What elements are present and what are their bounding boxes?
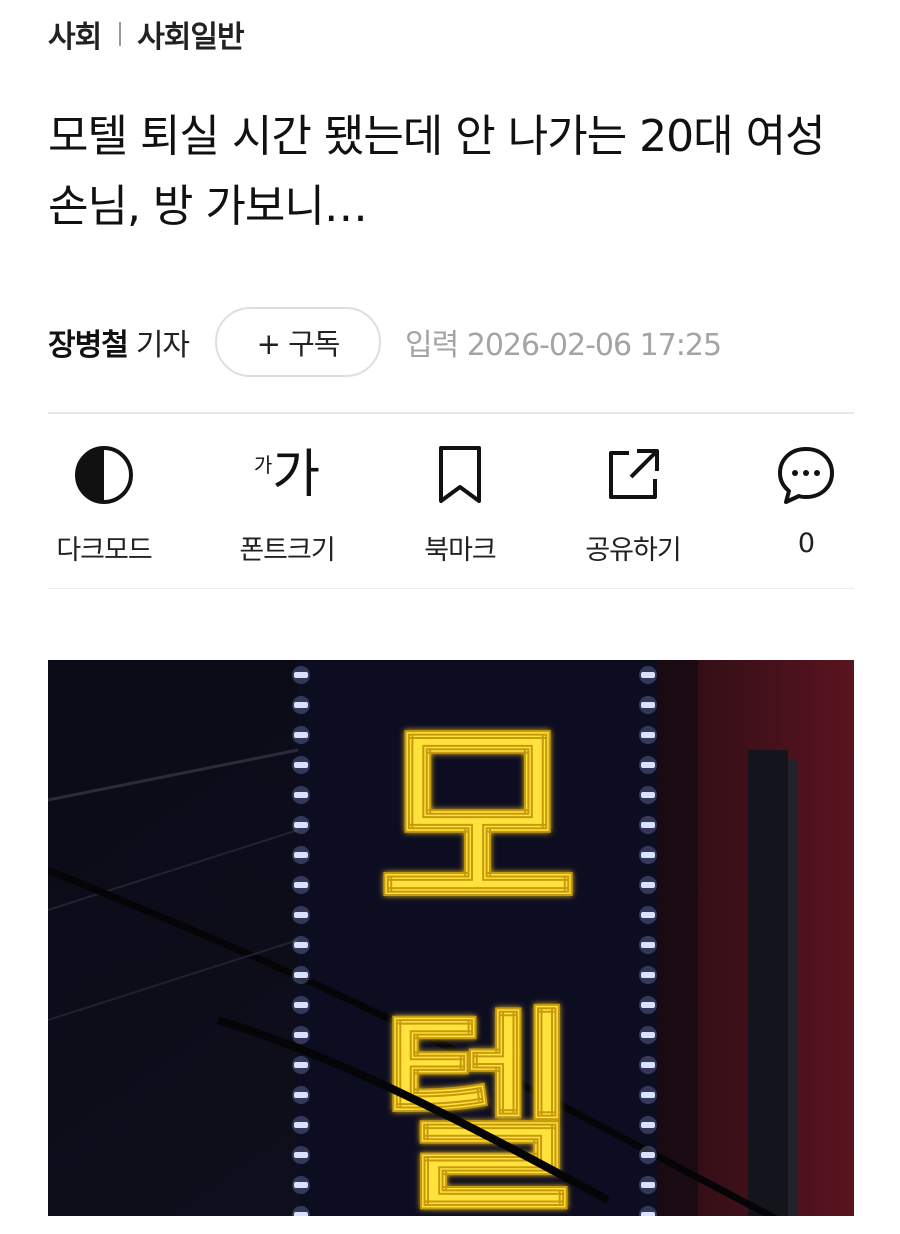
motel-sign-image: 모 텔 — [48, 660, 854, 1216]
led-halo — [639, 936, 657, 954]
article-headline: 모텔 퇴실 시간 됐는데 안 나가는 20대 여성 손님, 방 가보니… — [48, 111, 826, 232]
led-halo — [292, 1026, 310, 1044]
led-halo — [292, 876, 310, 894]
divider — [48, 588, 854, 589]
dark-mode-label: 다크모드 — [56, 535, 152, 566]
led-halo — [639, 816, 657, 834]
led-halo — [292, 906, 310, 924]
led-halo — [639, 696, 657, 714]
led-halo — [292, 1176, 310, 1194]
led-halo — [639, 1116, 657, 1134]
led-halo — [639, 1176, 657, 1194]
font-size-label: 폰트크기 — [239, 535, 335, 566]
led-halo — [292, 966, 310, 984]
led-halo — [292, 1056, 310, 1074]
led-halo — [292, 1086, 310, 1104]
led-halo — [292, 1116, 310, 1134]
article-page: 사회 사회일반 모텔 퇴실 시간 됐는데 안 나가는 20대 여성 손님, 방 … — [0, 0, 900, 1234]
comment-count: 0 — [797, 528, 815, 559]
led-halo — [639, 666, 657, 684]
breadcrumb-subsection[interactable]: 사회일반 — [137, 12, 244, 56]
breadcrumb-section[interactable]: 사회 — [48, 12, 102, 56]
published-timestamp: 입력 2026-02-06 17:25 — [405, 328, 722, 363]
divider — [48, 412, 854, 414]
led-halo — [292, 996, 310, 1014]
breadcrumb-separator — [119, 22, 122, 46]
led-halo — [639, 846, 657, 864]
led-halo — [292, 666, 310, 684]
led-halo — [292, 756, 310, 774]
share-icon — [553, 442, 713, 508]
led-halo — [639, 906, 657, 924]
led-halo — [292, 726, 310, 744]
subscribe-button[interactable]: + 구독 — [215, 307, 382, 377]
author-role: 기자 — [135, 328, 190, 363]
font-size-icon: 가가 — [253, 445, 321, 505]
led-halo — [639, 876, 657, 894]
comment-button[interactable]: 0 — [726, 430, 886, 580]
dark-mode-icon — [24, 442, 184, 508]
bookmark-label: 북마크 — [424, 535, 497, 566]
led-halo — [639, 1146, 657, 1164]
share-label: 공유하기 — [585, 535, 681, 566]
bookmark-button[interactable]: 북마크 — [380, 430, 540, 580]
article-toolbar: 다크모드 가가 폰트크기 북마크 공유하기 0 — [0, 430, 900, 580]
comment-icon — [726, 442, 886, 508]
led-halo — [639, 1056, 657, 1074]
author-name[interactable]: 장병철 — [48, 320, 129, 364]
led-halo — [292, 846, 310, 864]
led-halo — [639, 786, 657, 804]
led-halo — [639, 966, 657, 984]
share-button[interactable]: 공유하기 — [553, 430, 713, 580]
led-halo — [292, 696, 310, 714]
led-halo — [639, 996, 657, 1014]
svg-text:모: 모 — [377, 696, 579, 952]
byline: 장병철 기자 + 구독 입력 2026-02-06 17:25 — [48, 306, 722, 378]
led-halo — [292, 936, 310, 954]
bookmark-icon — [380, 442, 540, 508]
led-halo — [639, 756, 657, 774]
led-halo — [292, 816, 310, 834]
led-halo — [292, 786, 310, 804]
svg-text:텔: 텔 — [377, 986, 579, 1216]
led-halo — [639, 1086, 657, 1104]
led-halo — [639, 726, 657, 744]
led-halo — [292, 1146, 310, 1164]
article-photo: 모 텔 — [48, 660, 854, 1216]
dark-mode-button[interactable]: 다크모드 — [24, 430, 184, 580]
font-size-button[interactable]: 가가 폰트크기 — [207, 430, 367, 580]
breadcrumb: 사회 사회일반 — [48, 12, 245, 56]
led-halo — [639, 1026, 657, 1044]
